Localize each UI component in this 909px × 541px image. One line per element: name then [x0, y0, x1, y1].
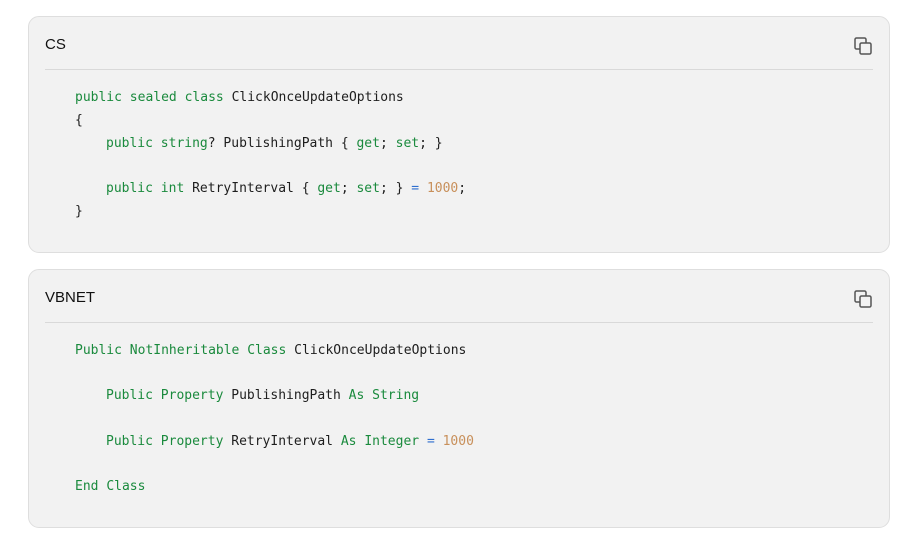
code-content: Public NotInheritable Class ClickOnceUpd…: [75, 342, 474, 494]
language-label: VBNET: [45, 289, 96, 306]
code-line: }: [75, 203, 83, 221]
keyword: sealed: [129, 90, 177, 105]
class-name: ClickOnceUpdateOptions: [294, 343, 467, 358]
code-line: Public Property PublishingPath As String: [75, 387, 419, 405]
keyword: set: [395, 136, 420, 151]
property-name: PublishingPath: [223, 136, 333, 151]
property-name: RetryInterval: [231, 434, 333, 449]
language-label: CS: [45, 36, 66, 53]
keyword: End: [75, 479, 99, 494]
keyword: public: [75, 90, 122, 105]
code-line: {: [75, 112, 83, 130]
keyword: public: [106, 136, 153, 151]
code-line: public int RetryInterval { get; set; } =…: [75, 180, 466, 198]
code-block-header: CS: [45, 17, 873, 70]
keyword: class: [184, 90, 224, 105]
keyword: string: [160, 136, 208, 151]
punctuation: ;: [379, 136, 388, 151]
property-name: RetryInterval: [192, 181, 294, 196]
type-name: String: [372, 388, 420, 403]
keyword: Property: [160, 388, 224, 403]
punctuation: ;: [340, 181, 349, 196]
punctuation: ;: [419, 136, 427, 151]
brace: {: [75, 113, 83, 128]
brace: {: [301, 181, 310, 196]
keyword: NotInheritable: [129, 343, 240, 358]
keyword: Class: [247, 343, 287, 358]
operator: =: [411, 181, 420, 196]
keyword: Public: [106, 388, 153, 403]
operator: =: [426, 434, 435, 449]
keyword: Class: [106, 479, 146, 494]
punctuation: ?: [207, 136, 216, 151]
keyword: As: [348, 388, 365, 403]
copy-icon[interactable]: [853, 289, 873, 309]
keyword: int: [160, 181, 185, 196]
code-line: Public NotInheritable Class ClickOnceUpd…: [75, 342, 466, 360]
brace: }: [434, 136, 443, 151]
property-name: PublishingPath: [231, 388, 341, 403]
brace: }: [395, 181, 404, 196]
brace: }: [75, 204, 83, 219]
keyword: Property: [160, 434, 224, 449]
keyword: set: [356, 181, 380, 196]
class-name: ClickOnceUpdateOptions: [231, 90, 404, 105]
number-literal: 1000: [442, 434, 474, 449]
keyword: get: [317, 181, 341, 196]
copy-icon[interactable]: [853, 36, 873, 56]
code-line: public sealed class ClickOnceUpdateOptio…: [75, 89, 404, 107]
keyword: Public: [75, 343, 122, 358]
number-literal: 1000: [426, 181, 459, 196]
punctuation: ;: [379, 181, 388, 196]
code-line: End Class: [75, 478, 145, 496]
brace: {: [340, 136, 349, 151]
code-block-cs: CS public sealed class ClickOnceUpdateOp…: [28, 16, 890, 253]
code-line: public string? PublishingPath { get; set…: [75, 135, 443, 153]
code-block-vbnet: VBNET Public NotInheritable Class ClickO…: [28, 269, 890, 528]
code-content: public sealed class ClickOnceUpdateOptio…: [75, 89, 466, 219]
keyword: get: [356, 136, 380, 151]
keyword: Public: [106, 434, 153, 449]
code-line: Public Property RetryInterval As Integer…: [75, 433, 474, 451]
keyword: public: [106, 181, 153, 196]
type-name: Integer: [364, 434, 420, 449]
punctuation: ;: [458, 181, 467, 196]
keyword: As: [340, 434, 357, 449]
code-block-header: VBNET: [45, 270, 873, 323]
